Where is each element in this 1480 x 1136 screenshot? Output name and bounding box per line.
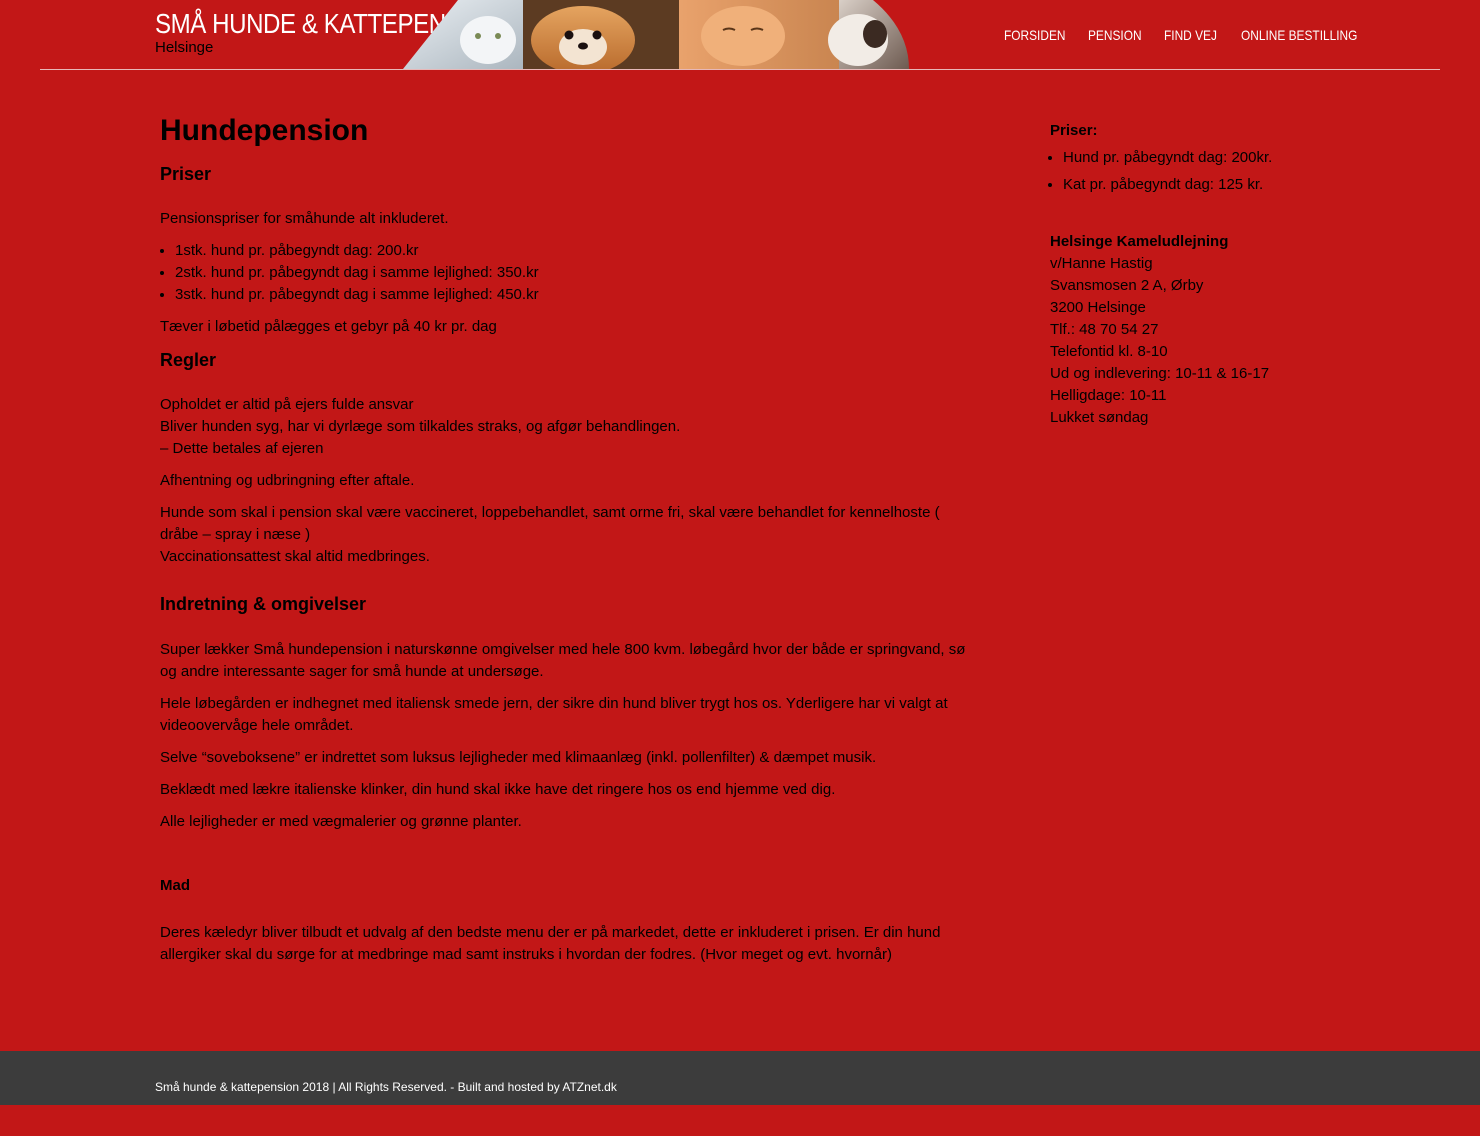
indretning-paragraph: Hele løbegården er indhegnet med italien… [160,695,948,734]
list-item: 3stk. hund pr. påbegyndt dag i samme lej… [175,284,975,306]
regler-paragraph-3: Hunde som skal i pension skal være vacci… [160,502,975,568]
priser-list: 1stk. hund pr. påbegyndt dag: 200.kr 2st… [160,240,975,306]
header-divider [40,69,1440,70]
list-item: 2stk. hund pr. påbegyndt dag i samme lej… [175,262,975,284]
nav-pension[interactable]: PENSION [1088,27,1142,43]
contact-line: v/Hanne Hastig [1050,255,1153,272]
contact-line: Lukket søndag [1050,409,1149,426]
contact-line: Helligdage: 10-11 [1050,387,1167,404]
main-content: Hundepension Priser Pensionspriser for s… [160,112,975,966]
list-item: Kat pr. påbegyndt dag: 125 kr. [1063,174,1350,196]
indretning-heading: Indretning & omgivelser [160,594,367,614]
indretning-paragraph: Selve “soveboksene” er indrettet som luk… [160,749,877,766]
site-footer: Små hunde & kattepension 2018 | All Righ… [0,1051,1480,1105]
list-item: 1stk. hund pr. påbegyndt dag: 200.kr [175,240,975,262]
regler-line: Bliver hunden syg, har vi dyrlæge som ti… [160,418,681,435]
nav-forsiden[interactable]: FORSIDEN [1004,27,1065,43]
sidebar-priser-label: Priser: [1050,122,1098,139]
page-title: Hundepension [160,114,369,147]
footer-copyright: Små hunde & kattepension 2018 | All Righ… [155,1080,617,1094]
priser-intro: Pensionspriser for småhunde alt inkluder… [160,210,449,227]
regler-attest-text: Vaccinationsattest skal altid medbringes… [160,548,430,565]
priser-note: Tæver i løbetid pålægges et gebyr på 40 … [160,318,497,335]
regler-heading: Regler [160,350,217,370]
sidebar: Priser: Hund pr. påbegyndt dag: 200kr. K… [1050,120,1350,429]
contact-line: Telefontid kl. 8-10 [1050,343,1168,360]
regler-line: Opholdet er altid på ejers fulde ansvar [160,396,414,413]
contact-details: v/Hanne Hastig Svansmosen 2 A, Ørby 3200… [1050,253,1350,429]
regler-paragraph-2: Afhentning og udbringning efter aftale. [160,472,415,489]
regler-line: – Dette betales af ejeren [160,440,324,457]
site-subtitle: Helsinge [155,39,214,56]
mad-heading: Mad [160,877,190,894]
pets-banner-image [403,0,909,69]
priser-heading: Priser [160,164,212,184]
mad-paragraph: Deres kæledyr bliver tilbudt et udvalg a… [160,924,941,963]
contact-line: 3200 Helsinge [1050,299,1146,316]
indretning-paragraph: Super lækker Små hundepension i naturskø… [160,641,966,680]
site-header: SMÅ HUNDE & KATTEPENSION Helsinge FORSID… [0,0,1480,70]
contact-phone[interactable]: Tlf.: 48 70 54 27 [1050,321,1158,338]
list-item: Hund pr. påbegyndt dag: 200kr. [1063,147,1350,169]
nav-find-vej[interactable]: FIND VEJ [1164,27,1217,43]
contact-name: Helsinge Kameludlejning [1050,233,1229,250]
contact-line: Svansmosen 2 A, Ørby [1050,277,1204,294]
regler-vaccination-text: Hunde som skal i pension skal være vacci… [160,504,940,543]
indretning-paragraph: Alle lejligheder er med vægmalerier og g… [160,813,522,830]
contact-line: Ud og indlevering: 10-11 & 16-17 [1050,365,1270,382]
indretning-paragraph: Beklædt med lækre italienske klinker, di… [160,781,836,798]
nav-online-bestilling[interactable]: ONLINE BESTILLING [1241,27,1357,43]
regler-paragraph: Opholdet er altid på ejers fulde ansvar … [160,394,975,460]
main-nav: FORSIDEN PENSION FIND VEJ ONLINE BESTILL… [1004,27,1402,43]
sidebar-priser-list: Hund pr. påbegyndt dag: 200kr. Kat pr. p… [1050,147,1350,196]
